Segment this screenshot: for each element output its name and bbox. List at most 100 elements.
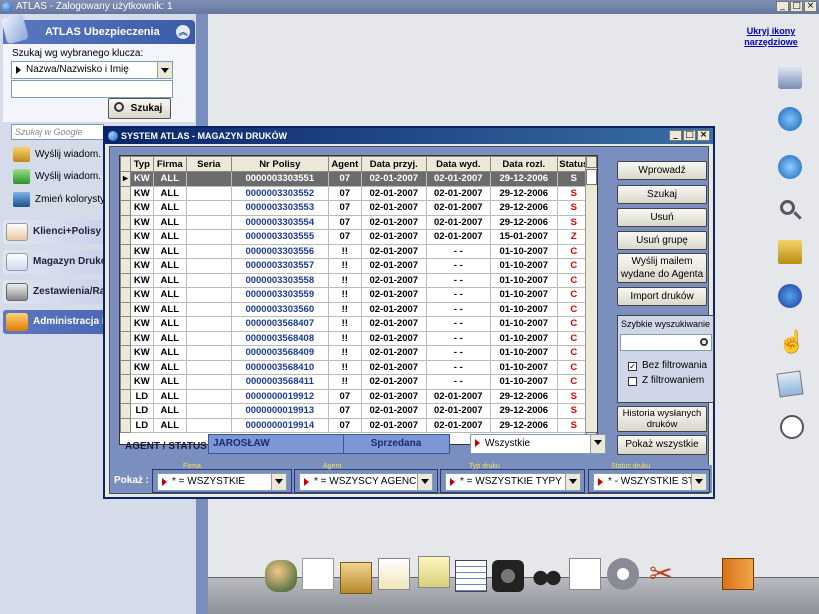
type-filter-select[interactable]: * = WSZYSTKIE TYPY [445, 473, 581, 491]
send-message-link-1[interactable]: Wyślij wiadom. [13, 147, 101, 163]
exit-door-icon[interactable] [722, 558, 754, 590]
cell-data-rozl: 29-12-2006 [489, 388, 558, 404]
col-agent[interactable]: Agent [327, 156, 362, 172]
fast-search-input[interactable] [620, 334, 712, 351]
printer-tool-icon[interactable] [778, 65, 802, 89]
col-data-przyj[interactable]: Data przyj. [360, 156, 427, 172]
dialog-maximize-button[interactable]: □ [683, 130, 696, 141]
camera-icon[interactable] [492, 560, 524, 592]
table-row[interactable]: KW ALL 0000003303553 07 02-01-2007 02-01-2007… [120, 200, 591, 216]
cell-typ: LD [129, 388, 154, 404]
cell-agent: !! [327, 258, 362, 274]
globe-lock-icon[interactable] [778, 107, 802, 131]
no-filter-checkbox[interactable]: ✓ [628, 362, 637, 371]
wprowadz-button[interactable]: Wprowadź [617, 161, 707, 180]
szukaj-button[interactable]: Szukaj [617, 185, 707, 204]
web-globe-icon[interactable] [778, 284, 802, 308]
dialog-minimize-button[interactable]: _ [669, 130, 682, 141]
table-row[interactable]: KW ALL 0000003568410!! 02-01-2007- -01-10-2… [120, 359, 591, 375]
globe-upload-icon[interactable] [778, 155, 802, 179]
send-mail-button[interactable]: Wyślij mailem wydane do Agenta [617, 253, 707, 283]
import-button[interactable]: Import druków [617, 287, 707, 306]
dialog-globe-icon [108, 131, 118, 141]
send-message-link-2[interactable]: Wyślij wiadom. [13, 169, 101, 185]
cell-typ: LD [129, 417, 154, 433]
hide-toolbar-icons-link[interactable]: Ukryj ikony narzędziowe [740, 26, 802, 48]
cell-seria [185, 301, 232, 317]
card-icon[interactable] [776, 370, 804, 398]
table-row[interactable]: KW ALL 0000003568409!! 02-01-2007- -01-10-2… [120, 345, 591, 361]
dropdown-icon[interactable] [691, 474, 706, 490]
search-input[interactable] [11, 80, 173, 98]
settings-gear-icon[interactable] [607, 558, 639, 590]
table-row[interactable]: KW ALL 0000003568411!! 02-01-2007- -01-10-2… [120, 374, 591, 390]
cell-nr-polisy: 0000003568408 [230, 330, 329, 346]
table-header-row: Typ Firma Seria Nr Polisy Agent Data prz… [120, 156, 591, 172]
cell-data-przyj: 02-01-2007 [360, 301, 427, 317]
col-firma[interactable]: Firma [152, 156, 187, 172]
table-row[interactable]: KW ALL 0000003303555 07 02-01-2007 02-01-2007… [120, 229, 591, 245]
table-row[interactable]: KW ALL 0000003303556!! 02-01-2007- -01-10-2… [120, 243, 591, 259]
table-row[interactable]: KW ALL 0000003568408!! 02-01-2007- -01-10-2… [120, 330, 591, 346]
usun-button[interactable]: Usuń [617, 208, 707, 227]
folder-arrow-icon[interactable] [778, 240, 802, 264]
agent-filter-select[interactable]: * = WSZYSCY AGENCI [299, 473, 433, 491]
table-row[interactable]: LD ALL 0000000019912 07 02-01-2007 02-01-2007… [120, 388, 591, 404]
dropdown-icon[interactable] [417, 474, 432, 490]
close-button[interactable]: × [804, 1, 817, 12]
tools-icon[interactable]: ✂ [645, 558, 677, 590]
status-type-filter-select[interactable]: * - WSZYSTKIE STAT [593, 473, 707, 491]
with-filter-checkbox[interactable] [628, 377, 637, 386]
dropdown-icon[interactable] [590, 435, 605, 453]
status-filter-value: Wszystkie [485, 438, 530, 449]
col-typ[interactable]: Typ [129, 156, 154, 172]
table-row[interactable]: KW ALL 0000003303554 07 02-01-2007 02-01-2007… [120, 214, 591, 230]
scroll-thumb[interactable] [586, 169, 597, 185]
spreadsheet-icon[interactable] [455, 560, 487, 592]
usun-grupe-button[interactable]: Usuń grupę [617, 231, 707, 250]
binoculars-icon[interactable] [531, 562, 563, 594]
col-data-rozl[interactable]: Data rozl. [489, 156, 558, 172]
table-row[interactable]: KW ALL 0000003303560!! 02-01-2007- -01-10-2… [120, 301, 591, 317]
minimize-button[interactable]: _ [776, 1, 789, 12]
szukaj-label: Szukaj [646, 189, 677, 200]
cell-firma: ALL [152, 388, 187, 404]
table-row[interactable]: KW ALL 0000003303558!! 02-01-2007- -01-10-2… [120, 272, 591, 288]
table-row[interactable]: ▸ KW ALL 0000003303551 07 02-01-2007 02-01-200… [120, 171, 591, 187]
collapse-chevron-icon[interactable]: ︽ [176, 25, 190, 39]
table-row[interactable]: KW ALL 0000003568407!! 02-01-2007- -01-10-2… [120, 316, 591, 332]
magnifier-tool-icon[interactable] [778, 198, 802, 222]
table-row[interactable]: KW ALL 0000003303557!! 02-01-2007- -01-10-2… [120, 258, 591, 274]
chart-document-icon[interactable] [569, 558, 601, 590]
col-nr-polisy[interactable]: Nr Polisy [230, 156, 329, 172]
drawer-icon[interactable] [340, 562, 372, 594]
col-seria[interactable]: Seria [185, 156, 232, 172]
maximize-button[interactable]: □ [790, 1, 803, 12]
firma-filter-select[interactable]: * = WSZYSTKIE [157, 473, 287, 491]
col-data-wyd[interactable]: Data wyd. [425, 156, 491, 172]
scroll-up-icon[interactable] [586, 156, 597, 168]
table-row[interactable]: LD ALL 0000000019913 07 02-01-2007 02-01-2007… [120, 403, 591, 419]
search-button[interactable]: Szukaj [108, 98, 171, 119]
dropdown-icon[interactable] [565, 474, 580, 490]
history-button[interactable]: Historia wysłanych druków [617, 406, 707, 432]
dialog-close-button[interactable]: × [697, 130, 710, 141]
search-key-select[interactable]: Nazwa/Nazwisko i Imię [11, 61, 173, 79]
table-row[interactable]: LD ALL 0000000019914 07 02-01-2007 02-01-2007… [120, 417, 591, 433]
dropdown-icon[interactable] [271, 474, 286, 490]
google-search-input[interactable]: Szukaj w Google [11, 124, 104, 140]
grid-scrollbar[interactable] [585, 156, 597, 444]
users-icon[interactable] [265, 560, 297, 592]
table-row[interactable]: KW ALL 0000003303559!! 02-01-2007- -01-10-2… [120, 287, 591, 303]
edit-document-icon[interactable] [378, 558, 410, 590]
cell-seria [185, 330, 232, 346]
show-all-button[interactable]: Pokaż wszystkie [617, 435, 707, 455]
pointer-hand-icon[interactable]: ☝ [778, 330, 805, 354]
change-colors-link[interactable]: Zmień kolorysty [13, 192, 105, 208]
dropdown-icon[interactable] [157, 62, 172, 78]
table-row[interactable]: KW ALL 0000003303552 07 02-01-2007 02-01-2007… [120, 185, 591, 201]
clock-icon[interactable] [780, 415, 804, 439]
status-filter-select[interactable]: Wszystkie [470, 434, 606, 454]
notes-icon[interactable] [418, 556, 450, 588]
document-person-icon[interactable] [302, 558, 334, 590]
